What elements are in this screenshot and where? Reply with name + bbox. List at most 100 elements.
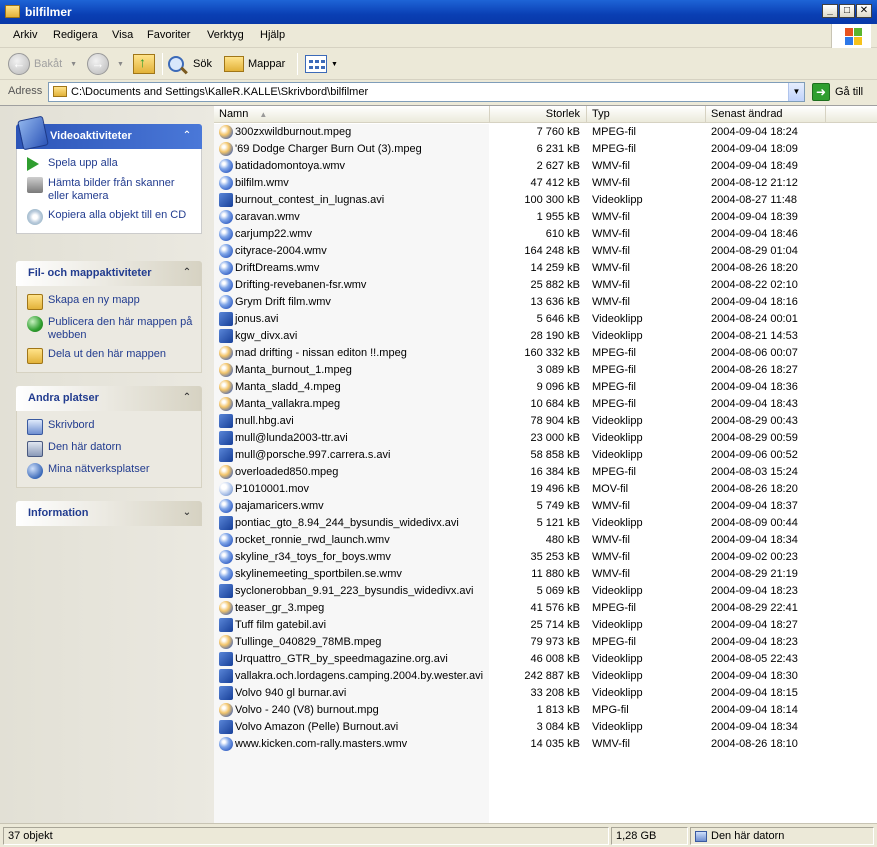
menu-hjalp[interactable]: Hjälp bbox=[260, 29, 285, 41]
file-row[interactable]: Urquattro_GTR_by_speedmagazine.org.avi 46… bbox=[214, 651, 829, 668]
forward-dropdown-icon[interactable]: ▼ bbox=[117, 61, 124, 68]
information-header[interactable]: Information ⌄ bbox=[16, 501, 202, 526]
column-type[interactable]: Typ bbox=[587, 106, 706, 123]
file-row[interactable]: skyline_r34_toys_for_boys.wmv 35 253 kB WM… bbox=[214, 549, 829, 566]
file-row[interactable]: Manta_burnout_1.mpeg 3 089 kB MPEG-fil 2004… bbox=[214, 362, 829, 379]
file-row[interactable]: www.kicken.com-rally.masters.wmv 14 035 k… bbox=[214, 736, 829, 753]
up-button[interactable]: ↑ bbox=[133, 52, 155, 76]
file-row[interactable]: Tuff film gatebil.avi 25 714 kB Videoklipp… bbox=[214, 617, 829, 634]
file-row[interactable]: kgw_divx.avi 28 190 kB Videoklipp 2004-08-2… bbox=[214, 328, 829, 345]
place-network[interactable]: Mina nätverksplatser bbox=[27, 463, 195, 479]
forward-button[interactable]: → ▼ bbox=[87, 52, 124, 76]
video-tasks-header[interactable]: Videoaktiviteter ⌃ bbox=[16, 115, 202, 151]
file-date: 2004-09-04 18:24 bbox=[711, 126, 798, 138]
file-row[interactable]: Manta_sladd_4.mpeg 9 096 kB MPEG-fil 2004-0… bbox=[214, 379, 829, 396]
file-row[interactable]: pontiac_gto_8.94_244_bysundis_widedivx.a… bbox=[214, 515, 829, 532]
task-share-folder[interactable]: Dela ut den här mappen bbox=[27, 348, 195, 364]
other-places-header[interactable]: Andra platser ⌃ bbox=[16, 386, 202, 411]
column-modified[interactable]: Senast ändrad bbox=[706, 106, 826, 123]
file-row[interactable]: vallakra.och.lordagens.camping.2004.by.w… bbox=[214, 668, 829, 685]
file-row[interactable]: carjump22.wmv 610 kB WMV-fil 2004-09-04 18:… bbox=[214, 226, 829, 243]
menu-favoriter[interactable]: Favoriter bbox=[147, 29, 190, 41]
video-file-icon bbox=[219, 703, 233, 717]
file-row[interactable]: DriftDreams.wmv 14 259 kB WMV-fil 2004-08-2… bbox=[214, 260, 829, 277]
column-size[interactable]: Storlek bbox=[490, 106, 587, 123]
file-row[interactable]: jonus.avi 5 646 kB Videoklipp 2004-08-24 00… bbox=[214, 311, 829, 328]
column-name[interactable]: Namn ▲ bbox=[214, 106, 490, 123]
address-dropdown-icon[interactable]: ▼ bbox=[788, 83, 804, 101]
file-date: 2004-08-29 00:43 bbox=[711, 415, 798, 427]
file-row[interactable]: Drifting-revebanen-fsr.wmv 25 882 kB WMV-f… bbox=[214, 277, 829, 294]
expand-chevron-icon[interactable]: ⌄ bbox=[180, 506, 194, 520]
file-row[interactable]: Volvo - 240 (V8) burnout.mpg 1 813 kB MPG-… bbox=[214, 702, 829, 719]
other-places-body: Skrivbord Den här datorn Mina nätverkspl… bbox=[16, 411, 202, 488]
menu-redigera[interactable]: Redigera bbox=[53, 29, 98, 41]
file-row[interactable]: rocket_ronnie_rwd_launch.wmv 480 kB WMV-fi… bbox=[214, 532, 829, 549]
file-row[interactable]: skylinemeeting_sportbilen.se.wmv 11 880 k… bbox=[214, 566, 829, 583]
task-play-all[interactable]: Spela upp alla bbox=[27, 157, 195, 171]
go-button[interactable]: ➜ Gå till bbox=[812, 82, 863, 102]
file-row[interactable]: Grym Drift film.wmv 13 636 kB WMV-fil 2004-… bbox=[214, 294, 829, 311]
collapse-chevron-icon[interactable]: ⌃ bbox=[180, 391, 194, 405]
file-row[interactable]: mull@lunda2003-ttr.avi 23 000 kB Videoklip… bbox=[214, 430, 829, 447]
collapse-chevron-icon[interactable]: ⌃ bbox=[180, 266, 194, 280]
place-my-computer[interactable]: Den här datorn bbox=[27, 441, 195, 457]
file-row[interactable]: bilfilm.wmv 47 412 kB WMV-fil 2004-08-12 21… bbox=[214, 175, 829, 192]
file-size: 480 kB bbox=[545, 534, 580, 546]
file-name: mull@porsche.997.carrera.s.avi bbox=[235, 449, 391, 461]
file-row[interactable]: burnout_contest_in_lugnas.avi 100 300 kB V… bbox=[214, 192, 829, 209]
other-places-panel: Andra platser ⌃ Skrivbord Den här datorn… bbox=[16, 386, 202, 488]
back-dropdown-icon[interactable]: ▼ bbox=[70, 61, 77, 68]
task-publish-web[interactable]: Publicera den här mappen på webben bbox=[27, 316, 195, 342]
file-row[interactable]: '69 Dodge Charger Burn Out (3).mpeg 6 231… bbox=[214, 141, 829, 158]
video-file-icon bbox=[219, 363, 233, 377]
folders-button[interactable]: Mappar bbox=[224, 52, 285, 76]
file-row[interactable]: Volvo Amazon (Pelle) Burnout.avi 3 084 kB… bbox=[214, 719, 829, 736]
back-button[interactable]: ← Bakåt ▼ bbox=[8, 52, 77, 76]
file-row[interactable]: pajamaricers.wmv 5 749 kB WMV-fil 2004-09-0… bbox=[214, 498, 829, 515]
file-date: 2004-08-29 01:04 bbox=[711, 245, 798, 257]
task-copy-cd[interactable]: Kopiera alla objekt till en CD bbox=[27, 209, 195, 225]
menu-arkiv[interactable]: Arkiv bbox=[13, 29, 37, 41]
file-row[interactable]: batidadomontoya.wmv 2 627 kB WMV-fil 2004-0… bbox=[214, 158, 829, 175]
file-tasks-header[interactable]: Fil- och mappaktiviteter ⌃ bbox=[16, 261, 202, 286]
views-dropdown-icon[interactable]: ▼ bbox=[331, 61, 338, 68]
title-bar[interactable]: bilfilmer _ □ ✕ bbox=[0, 0, 877, 24]
address-input[interactable]: C:\Documents and Settings\KalleR.KALLE\S… bbox=[48, 82, 805, 102]
collapse-chevron-icon[interactable]: ⌃ bbox=[180, 129, 194, 143]
video-file-icon bbox=[219, 601, 233, 615]
file-row[interactable]: syclonerobban_9.91_223_bysundis_widedivx… bbox=[214, 583, 829, 600]
address-value[interactable]: C:\Documents and Settings\KalleR.KALLE\S… bbox=[71, 86, 368, 98]
file-type: Videoklipp bbox=[592, 313, 643, 325]
views-button[interactable]: ▼ bbox=[305, 52, 338, 76]
file-row[interactable]: 300zxwildburnout.mpeg 7 760 kB MPEG-fil 200… bbox=[214, 124, 829, 141]
file-name: Grym Drift film.wmv bbox=[235, 296, 331, 308]
file-row[interactable]: Volvo 940 gl burnar.avi 33 208 kB Videokli… bbox=[214, 685, 829, 702]
file-row[interactable]: mull@porsche.997.carrera.s.avi 58 858 kB V… bbox=[214, 447, 829, 464]
file-size: 160 332 kB bbox=[524, 347, 580, 359]
task-get-pictures[interactable]: Hämta bilder från skanner eller kamera bbox=[27, 177, 195, 203]
file-row[interactable]: cityrace-2004.wmv 164 248 kB WMV-fil 2004-0… bbox=[214, 243, 829, 260]
file-row[interactable]: P1010001.mov 19 496 kB MOV-fil 2004-08-26 1… bbox=[214, 481, 829, 498]
place-desktop[interactable]: Skrivbord bbox=[27, 419, 195, 435]
minimize-button[interactable]: _ bbox=[822, 4, 838, 18]
file-type: Videoklipp bbox=[592, 619, 643, 631]
file-row[interactable]: mull.hbg.avi 78 904 kB Videoklipp 2004-08-2… bbox=[214, 413, 829, 430]
file-date: 2004-09-04 18:37 bbox=[711, 500, 798, 512]
file-row[interactable]: Tullinge_040829_78MB.mpeg 79 973 kB MPEG-f… bbox=[214, 634, 829, 651]
file-row[interactable]: overloaded850.mpeg 16 384 kB MPEG-fil 2004-… bbox=[214, 464, 829, 481]
search-button[interactable]: Sök bbox=[168, 52, 212, 76]
video-file-icon bbox=[219, 346, 233, 360]
file-row[interactable]: teaser_gr_3.mpeg 41 576 kB MPEG-fil 2004-08… bbox=[214, 600, 829, 617]
menu-visa[interactable]: Visa bbox=[112, 29, 133, 41]
menu-verktyg[interactable]: Verktyg bbox=[207, 29, 244, 41]
close-button[interactable]: ✕ bbox=[856, 4, 872, 18]
file-name: rocket_ronnie_rwd_launch.wmv bbox=[235, 534, 390, 546]
file-row[interactable]: caravan.wmv 1 955 kB WMV-fil 2004-09-04 18:… bbox=[214, 209, 829, 226]
file-row[interactable]: mad drifting - nissan editon !!.mpeg 160 … bbox=[214, 345, 829, 362]
task-new-folder[interactable]: Skapa en ny mapp bbox=[27, 294, 195, 310]
file-row[interactable]: Manta_vallakra.mpeg 10 684 kB MPEG-fil 2004… bbox=[214, 396, 829, 413]
file-type: Videoklipp bbox=[592, 687, 643, 699]
file-size: 47 412 kB bbox=[530, 177, 580, 189]
maximize-button[interactable]: □ bbox=[839, 4, 855, 18]
